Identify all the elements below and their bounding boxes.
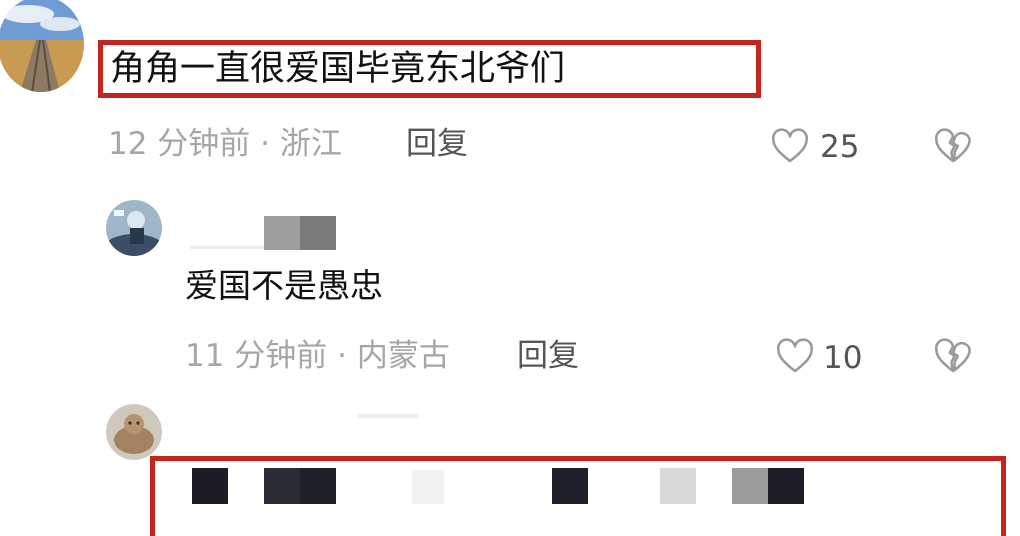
username-redacted — [190, 216, 336, 250]
heart-outline-icon[interactable] — [771, 128, 809, 164]
avatar[interactable] — [106, 200, 162, 256]
reply-button[interactable]: 回复 — [406, 122, 468, 166]
like-count: 10 — [823, 340, 863, 376]
broken-heart-icon[interactable] — [934, 338, 972, 374]
like-count: 25 — [820, 129, 860, 165]
comment-meta: 11 分钟前 · 内蒙古 — [185, 338, 450, 374]
comment-text: 爱国不是愚忠 — [185, 266, 383, 305]
broken-heart-icon[interactable] — [934, 128, 972, 164]
reply-button[interactable]: 回复 — [517, 334, 579, 378]
username-redacted — [358, 414, 418, 418]
comment-text-redacted — [150, 456, 1006, 510]
comment-meta: 12 分钟前 · 浙江 — [108, 126, 342, 162]
comment-text: 角角一直很爱国毕竟东北爷们 — [110, 49, 566, 89]
avatar[interactable] — [106, 404, 162, 460]
heart-outline-icon[interactable] — [776, 338, 814, 374]
avatar[interactable] — [0, 0, 84, 92]
